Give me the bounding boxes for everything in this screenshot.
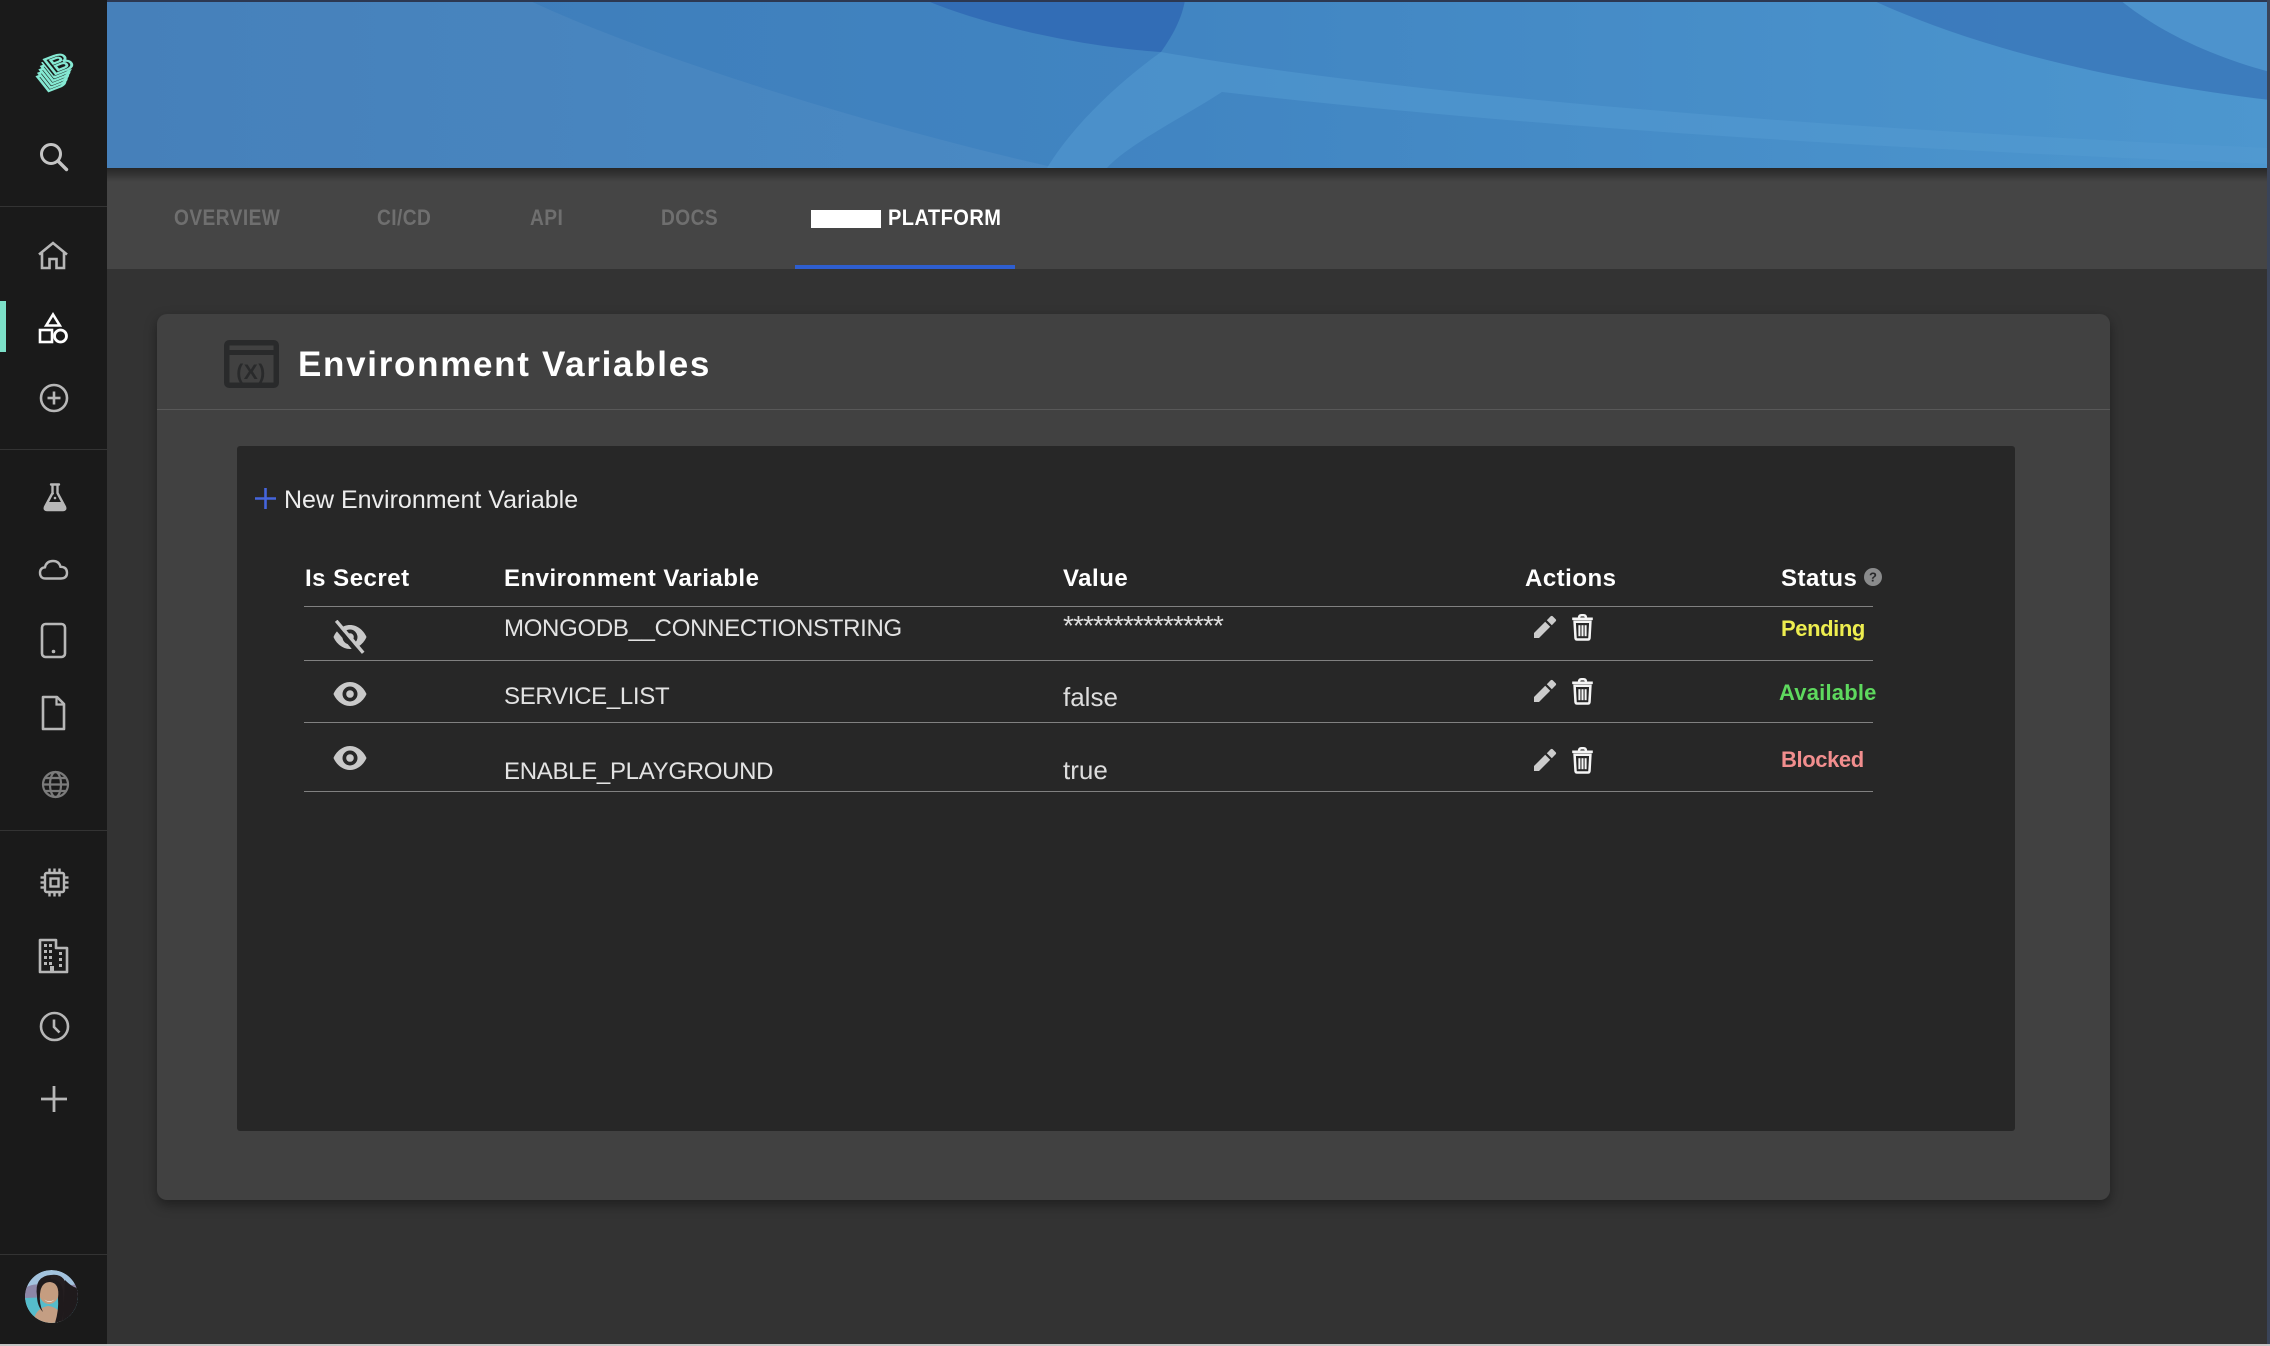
svg-text:(X): (X) — [236, 361, 266, 384]
svg-text:?: ? — [1869, 570, 1877, 585]
